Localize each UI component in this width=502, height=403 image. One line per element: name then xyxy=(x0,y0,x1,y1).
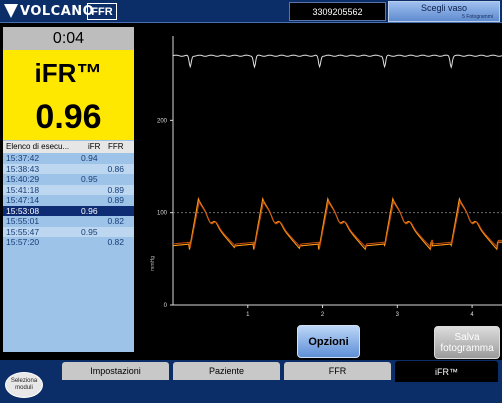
brand-name: VOLCANO xyxy=(20,3,95,19)
y-axis-label: mmHg xyxy=(150,256,156,271)
y-tick-label: 100 xyxy=(157,211,168,217)
run-list: 15:37:42 0.94 15:38:43 0.86 15:40:29 0.95 15:4… xyxy=(3,153,134,248)
run-ifr-value: 0.94 xyxy=(81,153,98,163)
run-list-row[interactable]: 15:40:29 0.95 xyxy=(3,174,134,185)
save-frame-button[interactable]: Salva fotogramma xyxy=(434,326,500,359)
run-list-row[interactable]: 15:47:14 0.89 xyxy=(3,195,134,206)
run-ifr-value: 0.96 xyxy=(81,205,98,216)
run-list-row[interactable]: 15:55:01 0.82 xyxy=(3,216,134,227)
ifr-value: 0.96 xyxy=(35,98,102,136)
ifr-title: iFR™ xyxy=(34,58,103,88)
run-time: 15:41:18 xyxy=(6,184,40,195)
timer-display: 0:04 xyxy=(3,27,134,50)
run-time: 15:47:14 xyxy=(6,195,40,205)
patient-id-field[interactable]: 3309205562 xyxy=(289,2,386,21)
y-tick-label: 0 xyxy=(164,303,168,309)
tab-ffr[interactable]: FFR xyxy=(284,362,391,380)
column-header-runs[interactable]: Elenco di esecu... xyxy=(6,142,69,151)
run-ffr-value: 0.89 xyxy=(107,184,124,195)
run-list-row[interactable]: 15:57:20 0.82 xyxy=(3,237,134,248)
tab-patient[interactable]: Paziente xyxy=(173,362,280,380)
run-ffr-value: 0.82 xyxy=(107,237,124,247)
run-ffr-value: 0.82 xyxy=(107,216,124,226)
tab-settings[interactable]: Impostazioni xyxy=(62,362,169,380)
ifr-result-box: iFR™ 0.96 xyxy=(3,50,134,140)
mode-badge: FFR xyxy=(87,3,117,20)
run-time: 15:55:47 xyxy=(6,226,40,237)
select-vessel-label: Scegli vaso xyxy=(420,3,468,13)
run-ifr-value: 0.95 xyxy=(81,226,98,237)
run-time: 15:57:20 xyxy=(6,237,40,247)
run-ffr-value: 0.89 xyxy=(107,195,124,205)
x-tick-label: 4 xyxy=(470,312,474,318)
options-button[interactable]: Opzioni xyxy=(297,325,360,358)
column-header-ffr[interactable]: FFR xyxy=(108,142,124,151)
run-ifr-value: 0.95 xyxy=(81,174,98,184)
x-tick-label: 3 xyxy=(396,312,400,318)
run-list-row[interactable]: 15:55:47 0.95 xyxy=(3,226,134,237)
run-list-row[interactable]: 15:38:43 0.86 xyxy=(3,163,134,174)
aortic-pressure-line xyxy=(172,54,502,70)
y-tick-label: 200 xyxy=(157,118,168,124)
x-tick-label: 2 xyxy=(321,312,325,318)
run-time: 15:55:01 xyxy=(6,216,40,226)
column-header-ifr[interactable]: iFR xyxy=(88,142,100,151)
run-list-row[interactable]: 15:41:18 0.89 xyxy=(3,184,134,195)
pressure-chart: 0 100 200 1 2 3 4 mmHg xyxy=(150,36,502,318)
x-tick-label: 1 xyxy=(246,312,250,318)
run-ffr-value: 0.86 xyxy=(107,163,124,174)
run-list-row[interactable]: 15:53:08 0.96 xyxy=(3,205,134,216)
select-modules-button[interactable]: Seleziona moduli xyxy=(5,372,43,398)
pd-pressure-line xyxy=(172,199,502,249)
run-time: 15:40:29 xyxy=(6,174,40,184)
run-time: 15:53:08 xyxy=(6,205,40,216)
volcano-logo: VOLCANO xyxy=(4,3,94,19)
tab-ifr[interactable]: iFR™ xyxy=(395,361,498,382)
run-list-row[interactable]: 15:37:42 0.94 xyxy=(3,153,134,164)
run-time: 15:38:43 xyxy=(6,163,40,174)
volcano-logo-icon xyxy=(4,4,18,18)
select-vessel-button[interactable]: Scegli vaso 5 Fotogrammi xyxy=(388,1,500,22)
run-time: 15:37:42 xyxy=(6,153,40,163)
frames-count-label: 5 Fotogrammi xyxy=(462,14,493,20)
run-list-header: Elenco di esecu... iFR FFR xyxy=(3,141,134,153)
